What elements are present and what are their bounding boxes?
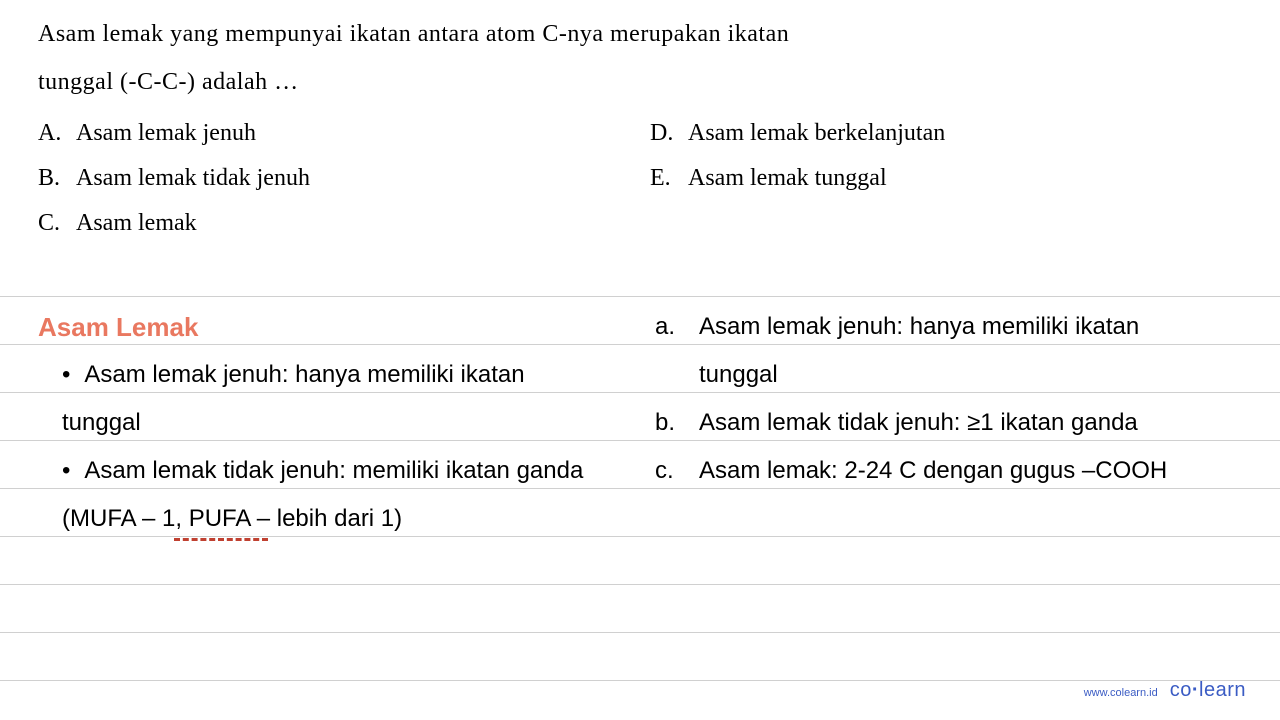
underline-annotation (174, 535, 268, 541)
bullet-1-line1: Asam lemak jenuh: hanya memiliki ikatan (84, 351, 625, 399)
letter-c-label: c. (655, 447, 679, 495)
notes-left: Asam Lemak • Asam lemak jenuh: hanya mem… (38, 249, 625, 543)
letter-item-b: b. Asam lemak tidak jenuh: ≥1 ikatan gan… (655, 399, 1242, 447)
option-b[interactable]: B. Asam lemak tidak jenuh (38, 165, 630, 192)
ruled-line (0, 537, 1280, 585)
options-grid: A. Asam lemak jenuh D. Asam lemak berkel… (38, 120, 1242, 237)
question-line2: tunggal (-C-C-) adalah … (38, 58, 1242, 106)
letter-b-label: b. (655, 399, 679, 447)
logo-dot: · (1192, 679, 1199, 701)
option-e-label: E. (650, 165, 678, 192)
option-d[interactable]: D. Asam lemak berkelanjutan (650, 120, 1242, 147)
footer-url: www.colearn.id (1084, 687, 1158, 699)
ruled-line (0, 633, 1280, 681)
logo-part2: learn (1199, 679, 1246, 701)
bullet-2-line1: Asam lemak tidak jenuh: memiliki ikatan … (84, 447, 625, 495)
bullet-dot-icon: • (62, 351, 70, 399)
letter-item-a: a. Asam lemak jenuh: hanya memiliki ikat… (655, 303, 1242, 351)
ruled-line (0, 585, 1280, 633)
letter-item-c: c. Asam lemak: 2-24 C dengan gugus –COOH (655, 447, 1242, 495)
option-a-label: A. (38, 120, 66, 147)
option-c-label: C. (38, 210, 66, 237)
ruled-section: Asam Lemak • Asam lemak jenuh: hanya mem… (0, 249, 1280, 681)
footer: www.colearn.id co·learn (1084, 679, 1246, 702)
ruled-content: Asam Lemak • Asam lemak jenuh: hanya mem… (0, 249, 1280, 543)
option-a[interactable]: A. Asam lemak jenuh (38, 120, 630, 147)
option-e[interactable]: E. Asam lemak tunggal (650, 165, 1242, 192)
notes-grid: Asam Lemak • Asam lemak jenuh: hanya mem… (38, 249, 1242, 543)
footer-logo: co·learn (1170, 679, 1246, 702)
bullet-dot-icon: • (62, 447, 70, 495)
notes-right: a. Asam lemak jenuh: hanya memiliki ikat… (655, 249, 1242, 543)
option-b-text: Asam lemak tidak jenuh (76, 165, 310, 192)
bullet-1-line2: tunggal (38, 399, 625, 447)
letter-b-line1: Asam lemak tidak jenuh: ≥1 ikatan ganda (699, 399, 1242, 447)
option-a-text: Asam lemak jenuh (76, 120, 256, 147)
logo-part1: co (1170, 679, 1192, 701)
letter-a-line2: tunggal (655, 351, 1242, 399)
letter-a-label: a. (655, 303, 679, 351)
question-text: Asam lemak yang mempunyai ikatan antara … (38, 10, 1242, 106)
option-b-label: B. (38, 165, 66, 192)
option-c-text: Asam lemak (76, 210, 197, 237)
bullet-2-line2: (MUFA – 1, PUFA – lebih dari 1) (38, 495, 625, 543)
bullet-item-2: • Asam lemak tidak jenuh: memiliki ikata… (38, 447, 625, 495)
option-e-text: Asam lemak tunggal (688, 165, 887, 192)
option-d-label: D. (650, 120, 678, 147)
question-section: Asam lemak yang mempunyai ikatan antara … (0, 0, 1280, 247)
letter-a-line1: Asam lemak jenuh: hanya memiliki ikatan (699, 303, 1242, 351)
question-line1: Asam lemak yang mempunyai ikatan antara … (38, 10, 1242, 58)
letter-c-line1: Asam lemak: 2-24 C dengan gugus –COOH (699, 447, 1242, 495)
option-d-text: Asam lemak berkelanjutan (688, 120, 945, 147)
bullet-item-1: • Asam lemak jenuh: hanya memiliki ikata… (38, 351, 625, 399)
section-title: Asam Lemak (38, 303, 625, 351)
option-c[interactable]: C. Asam lemak (38, 210, 630, 237)
